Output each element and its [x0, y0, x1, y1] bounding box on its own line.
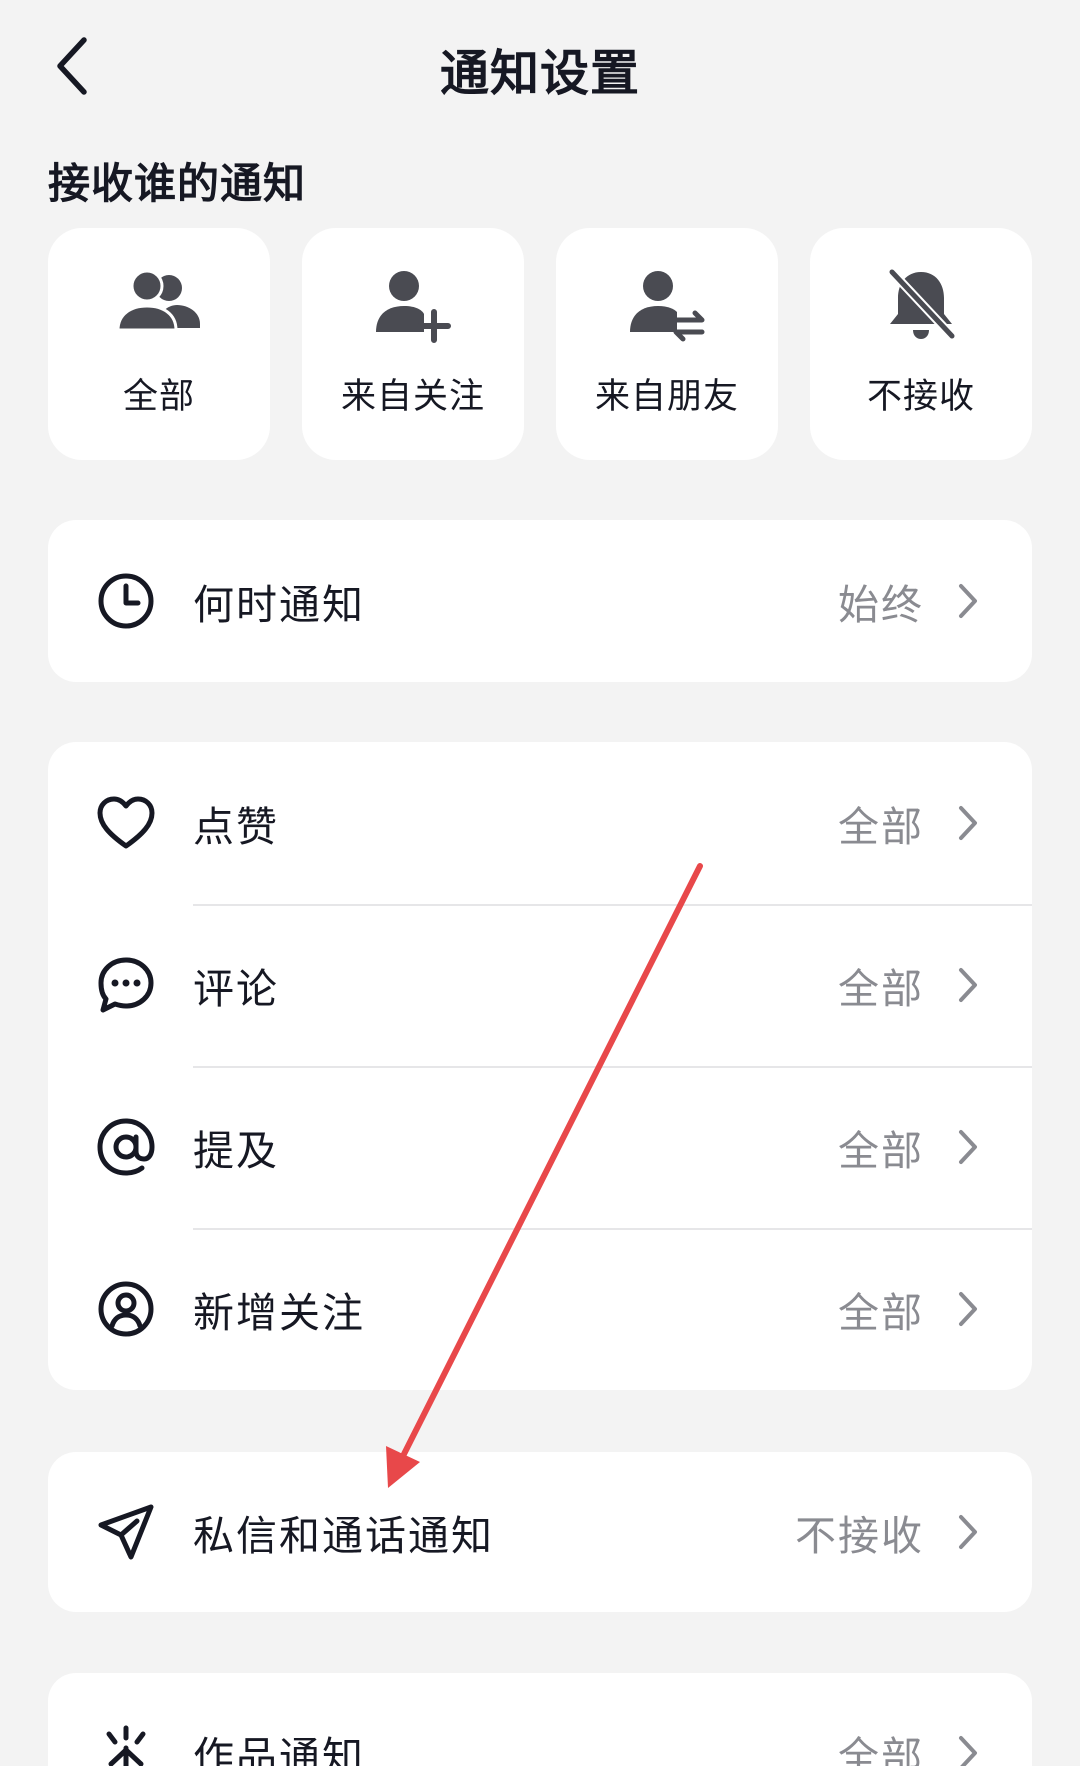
row-label: 提及 [193, 1127, 279, 1175]
option-label: 来自朋友 [594, 377, 739, 417]
comment-icon [98, 957, 154, 1013]
works-card: 作品通知 全部 [48, 1673, 1032, 1766]
option-label: 来自关注 [340, 377, 485, 417]
mentions-row[interactable]: 提及 全部 [48, 1066, 1032, 1228]
chevron-right-icon [959, 1130, 977, 1164]
row-value: 全部 [838, 1127, 924, 1175]
chevron-right-icon [959, 806, 977, 840]
chevron-right-icon [959, 1292, 977, 1326]
row-value: 全部 [838, 965, 924, 1013]
when-row[interactable]: 何时通知 始终 [48, 520, 1032, 682]
row-value: 全部 [838, 803, 924, 851]
comments-row[interactable]: 评论 全部 [48, 904, 1032, 1066]
user-add-icon [376, 271, 451, 343]
chevron-right-icon [959, 1736, 977, 1766]
user-circle-icon [98, 1281, 154, 1337]
group-icon [116, 269, 200, 332]
sparkle-icon [106, 1725, 146, 1766]
chevron-right-icon [959, 1515, 977, 1549]
chevron-right-icon [959, 584, 977, 618]
row-label: 新增关注 [193, 1289, 365, 1337]
row-label: 作品通知 [193, 1733, 365, 1766]
works-row[interactable]: 作品通知 全部 [48, 1673, 1032, 1766]
clock-icon [98, 573, 154, 629]
when-card: 何时通知 始终 [48, 520, 1032, 682]
interactions-card: 点赞 全部 评论 全部 提及 全部 新增关注 全部 [48, 742, 1032, 1390]
row-label: 私信和通话通知 [193, 1512, 494, 1560]
at-icon [97, 1118, 155, 1176]
user-exchange-icon [630, 271, 705, 342]
divider [193, 904, 1032, 906]
option-friends[interactable]: 来自朋友 [556, 228, 778, 460]
who-options: 全部 来自关注 来自朋友 不接收 [48, 228, 1032, 460]
send-icon [98, 1504, 154, 1560]
row-label: 点赞 [193, 803, 279, 851]
row-value: 始终 [838, 581, 924, 629]
row-label: 评论 [193, 965, 279, 1013]
option-following[interactable]: 来自关注 [302, 228, 524, 460]
messages-card: 私信和通话通知 不接收 [48, 1452, 1032, 1612]
row-value: 全部 [838, 1289, 924, 1337]
row-value: 全部 [838, 1733, 924, 1766]
divider [193, 1066, 1032, 1068]
bell-off-icon [887, 267, 957, 341]
page-title: 通知设置 [439, 45, 640, 102]
section-title-who: 接收谁的通知 [48, 159, 307, 208]
messages-row[interactable]: 私信和通话通知 不接收 [48, 1452, 1032, 1612]
option-none[interactable]: 不接收 [810, 228, 1032, 460]
new-followers-row[interactable]: 新增关注 全部 [48, 1228, 1032, 1390]
option-label: 全部 [122, 377, 195, 417]
row-value: 不接收 [795, 1512, 924, 1560]
header: 通知设置 [0, 0, 1080, 135]
heart-icon [97, 796, 155, 849]
row-label: 何时通知 [193, 581, 365, 629]
divider [193, 1228, 1032, 1230]
chevron-right-icon [959, 968, 977, 1002]
likes-row[interactable]: 点赞 全部 [48, 742, 1032, 904]
option-label: 不接收 [866, 377, 975, 417]
option-all[interactable]: 全部 [48, 228, 270, 460]
